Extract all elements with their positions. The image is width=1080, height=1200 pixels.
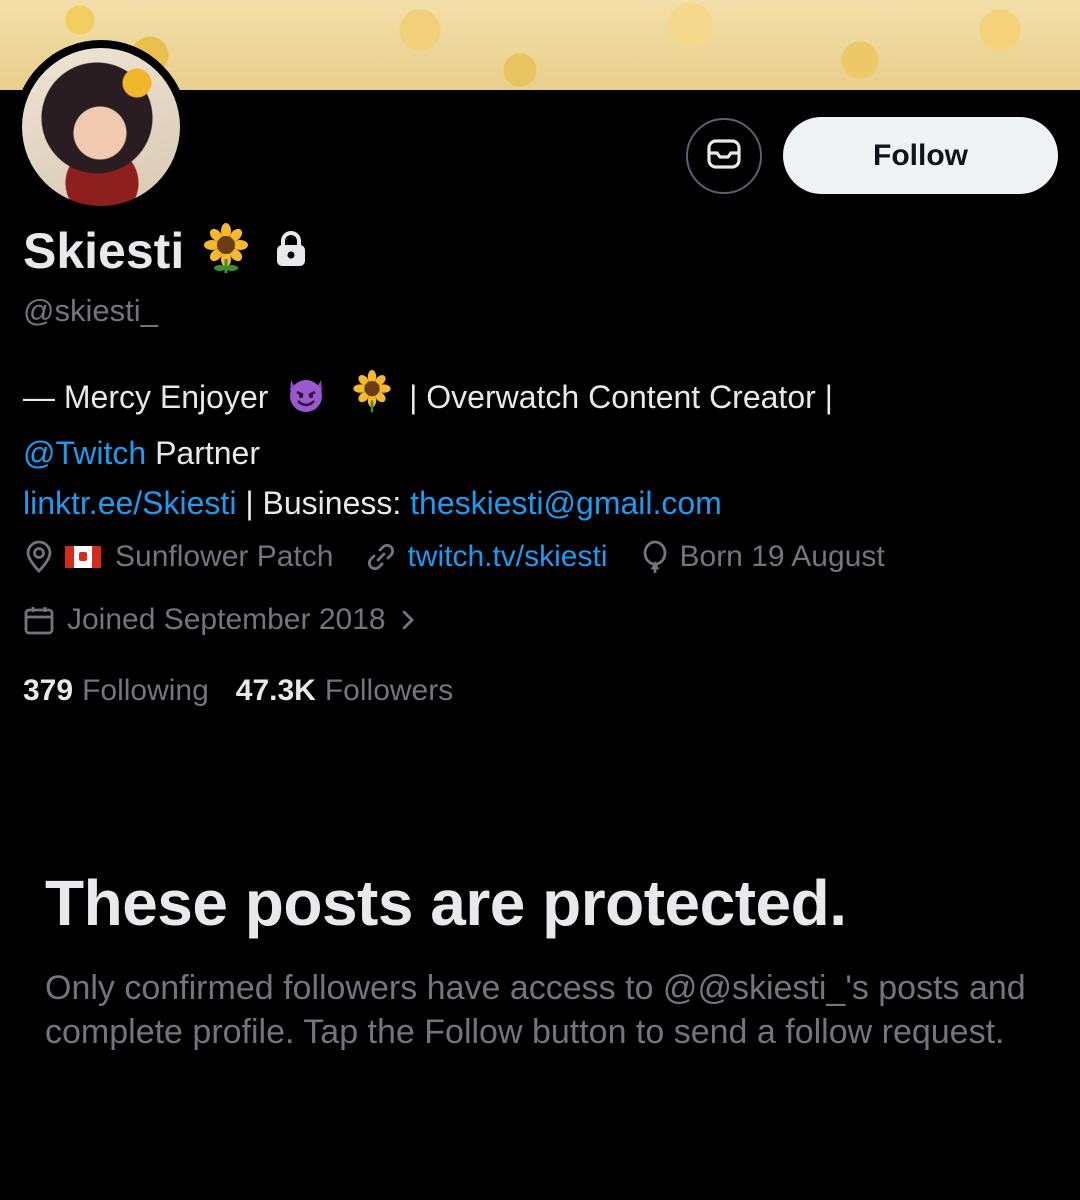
- smiling-devil-icon: [283, 374, 329, 428]
- joined-text: Joined September 2018: [67, 603, 386, 636]
- follow-counts: 379 Following 47.3K Followers: [23, 674, 480, 708]
- following-link[interactable]: 379 Following: [23, 674, 236, 708]
- website-link[interactable]: twitch.tv/skiesti: [407, 540, 607, 574]
- followers-link[interactable]: 47.3K Followers: [236, 674, 480, 708]
- bio-text: | Overwatch Content Creator |: [409, 379, 833, 415]
- bio-line-1: — Mercy Enjoyer | Overwatch Content Crea…: [23, 370, 1063, 428]
- protected-posts-description: Only confirmed followers have access to …: [45, 969, 1026, 1051]
- avatar-image: [22, 48, 180, 206]
- bio-text: — Mercy Enjoyer: [23, 379, 269, 415]
- canada-flag-icon: [65, 546, 101, 568]
- lock-icon: [274, 230, 308, 273]
- sunflower-icon: [350, 370, 394, 428]
- mail-icon: [704, 134, 744, 179]
- following-count: 379: [23, 674, 74, 707]
- followers-label: Followers: [324, 674, 454, 707]
- location-text: Sunflower Patch: [115, 540, 334, 573]
- protected-posts-title: These posts are protected.: [45, 867, 847, 939]
- location-pin-icon: [23, 540, 55, 574]
- bio-text: | Business:: [236, 485, 411, 521]
- followers-count: 47.3K: [235, 674, 316, 707]
- chevron-right-icon: [400, 608, 416, 632]
- avatar[interactable]: [14, 40, 188, 214]
- profile-bio: — Mercy Enjoyer | Overwatch Content Crea…: [23, 370, 1063, 528]
- calendar-icon: [23, 604, 55, 636]
- link-icon: [365, 541, 397, 573]
- follow-button[interactable]: Follow: [783, 117, 1058, 194]
- profile-meta-row: Sunflower Patch twitch.tv/skiesti Born 1…: [23, 540, 917, 574]
- birthday-item: Born 19 August: [640, 540, 885, 574]
- bio-text: Partner: [146, 435, 260, 471]
- birthday-text: Born 19 August: [679, 540, 885, 573]
- bio-line-3: linktr.ee/Skiesti | Business: theskiesti…: [23, 478, 1063, 528]
- website-item[interactable]: twitch.tv/skiesti: [365, 540, 608, 574]
- sunflower-icon: [200, 222, 252, 280]
- twitch-mention-link[interactable]: @Twitch: [23, 435, 146, 471]
- location-item: Sunflower Patch: [23, 540, 333, 574]
- bio-line-2: @Twitch Partner: [23, 428, 1063, 478]
- profile-name-row: Skiesti: [23, 222, 308, 280]
- display-name: Skiesti: [23, 223, 185, 279]
- joined-row[interactable]: Joined September 2018: [23, 603, 416, 637]
- message-button[interactable]: [686, 118, 762, 194]
- email-link[interactable]: theskiesti@gmail.com: [410, 485, 722, 521]
- following-label: Following: [82, 674, 209, 707]
- user-handle: @skiesti_: [23, 293, 158, 328]
- linktree-link[interactable]: linktr.ee/Skiesti: [23, 485, 236, 521]
- balloon-icon: [640, 540, 670, 574]
